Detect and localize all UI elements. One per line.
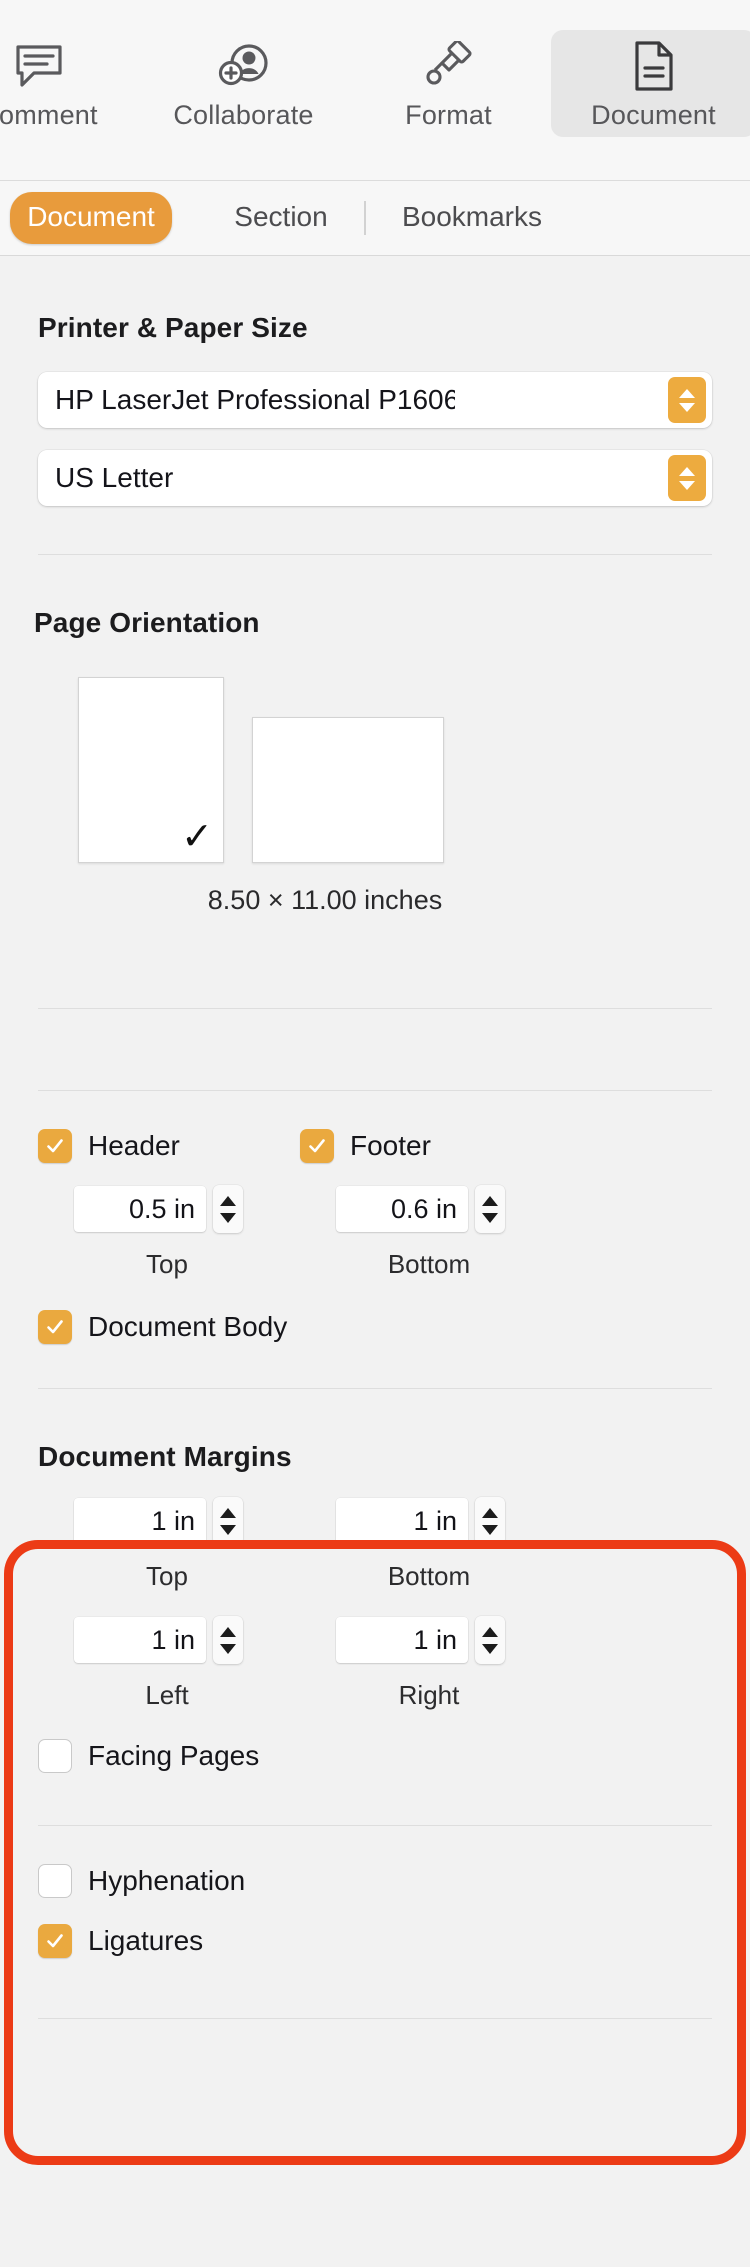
- page-orientation-section: Page Orientation ✓ 8.50 × 11.00 inches: [0, 555, 750, 916]
- margin-left-sublabel: Left: [145, 1680, 189, 1710]
- tab-document[interactable]: Document: [10, 192, 172, 244]
- ligatures-checkbox[interactable]: [38, 1924, 72, 1958]
- facing-pages-checkbox-row[interactable]: Facing Pages: [38, 1739, 712, 1773]
- footer-margin-input[interactable]: 0.6 in: [336, 1186, 468, 1232]
- header-checkbox[interactable]: [38, 1129, 72, 1163]
- comment-icon: [14, 38, 64, 94]
- toolbar-items: Comment Collaborate: [0, 30, 750, 137]
- segmented-control: Document Section Bookmarks: [0, 181, 750, 256]
- toolbar-item-format[interactable]: Format: [346, 30, 551, 137]
- divider: [38, 1008, 712, 1009]
- hyphenation-label: Hyphenation: [88, 1865, 246, 1896]
- header-label: Header: [88, 1130, 180, 1161]
- toolbar-item-label: Document: [591, 100, 716, 130]
- document-body-checkbox-row[interactable]: Document Body: [38, 1310, 712, 1344]
- margin-right-input[interactable]: 1 in: [336, 1617, 468, 1663]
- page-dimensions-label: 8.50 × 11.00 inches: [207, 885, 443, 915]
- margin-right-group: 1 in Right: [300, 1616, 562, 1711]
- hyphenation-checkbox-row[interactable]: Hyphenation: [38, 1864, 712, 1898]
- orientation-portrait-option[interactable]: ✓: [78, 677, 224, 863]
- top-toolbar: Comment Collaborate: [0, 0, 750, 181]
- checkmark-icon: ✓: [181, 816, 213, 858]
- printer-popup-value: HP LaserJet Professional P1606dn 2: [55, 384, 455, 415]
- margin-top-stepper-buttons[interactable]: [213, 1497, 243, 1545]
- orientation-choices: ✓: [0, 677, 750, 863]
- header-margin-input[interactable]: 0.5 in: [74, 1186, 206, 1232]
- margin-bottom-stepper-buttons[interactable]: [475, 1497, 505, 1545]
- printer-paper-title: Printer & Paper Size: [38, 312, 308, 343]
- text-options-section: Hyphenation Ligatures: [0, 1864, 750, 1958]
- footer-margin-stepper-buttons[interactable]: [475, 1185, 505, 1233]
- collaborate-icon: [218, 38, 270, 94]
- document-body-checkbox[interactable]: [38, 1310, 72, 1344]
- facing-pages-checkbox[interactable]: [38, 1739, 72, 1773]
- divider: [38, 2018, 712, 2019]
- toolbar-item-label: Format: [405, 100, 492, 130]
- margin-bottom-input[interactable]: 1 in: [336, 1498, 468, 1544]
- margin-bottom-sublabel: Bottom: [387, 1561, 471, 1591]
- header-margin-stepper[interactable]: 0.5 in: [38, 1185, 300, 1233]
- footer-group: Footer 0.6 in Bottom: [300, 1129, 562, 1280]
- divider: [38, 1090, 712, 1091]
- facing-pages-label: Facing Pages: [88, 1740, 260, 1771]
- document-inspector-panel: Printer & Paper Size HP LaserJet Profess…: [0, 256, 750, 2019]
- margin-bottom-group: 1 in Bottom: [300, 1497, 562, 1592]
- margin-left-stepper[interactable]: 1 in: [38, 1616, 300, 1664]
- header-margin-stepper-buttons[interactable]: [213, 1185, 243, 1233]
- header-footer-section: Header 0.5 in Top Footer 0.6 in Bottom D…: [0, 1129, 750, 1344]
- paper-size-popup[interactable]: US Letter: [38, 450, 712, 506]
- ligatures-checkbox-row[interactable]: Ligatures: [38, 1924, 712, 1958]
- printer-popup[interactable]: HP LaserJet Professional P1606dn 2: [38, 372, 712, 428]
- divider: [38, 1825, 712, 1826]
- footer-margin-stepper[interactable]: 0.6 in: [300, 1185, 562, 1233]
- margin-bottom-stepper[interactable]: 1 in: [300, 1497, 562, 1545]
- printer-paper-section: Printer & Paper Size HP LaserJet Profess…: [0, 256, 750, 506]
- toolbar-item-comment[interactable]: Comment: [0, 30, 141, 137]
- margin-left-input[interactable]: 1 in: [74, 1617, 206, 1663]
- margin-top-stepper[interactable]: 1 in: [38, 1497, 300, 1545]
- paper-size-popup-value: US Letter: [55, 462, 174, 493]
- footer-label: Footer: [350, 1130, 431, 1161]
- hyphenation-checkbox[interactable]: [38, 1864, 72, 1898]
- toolbar-item-label: Comment: [0, 100, 98, 130]
- margin-top-input[interactable]: 1 in: [74, 1498, 206, 1544]
- margin-left-group: 1 in Left: [38, 1616, 300, 1711]
- margin-right-stepper[interactable]: 1 in: [300, 1616, 562, 1664]
- toolbar-item-document[interactable]: Document: [551, 30, 750, 137]
- document-body-label: Document Body: [88, 1311, 288, 1342]
- document-margins-title: Document Margins: [38, 1441, 292, 1472]
- format-brush-icon: [424, 38, 474, 94]
- footer-checkbox[interactable]: [300, 1129, 334, 1163]
- document-icon: [632, 38, 676, 94]
- margin-right-sublabel: Right: [398, 1680, 460, 1710]
- tab-section[interactable]: Section: [198, 192, 364, 244]
- chevron-updown-icon: [668, 455, 706, 501]
- margin-top-group: 1 in Top: [38, 1497, 300, 1592]
- ligatures-label: Ligatures: [88, 1925, 204, 1956]
- header-group: Header 0.5 in Top: [38, 1129, 300, 1280]
- margin-top-sublabel: Top: [146, 1561, 188, 1591]
- footer-sublabel: Bottom: [387, 1249, 471, 1279]
- margin-left-stepper-buttons[interactable]: [213, 1616, 243, 1664]
- document-margins-section: Document Margins 1 in Top 1 in Bottom 1 …: [0, 1389, 750, 1773]
- toolbar-item-collaborate[interactable]: Collaborate: [141, 30, 346, 137]
- margin-right-stepper-buttons[interactable]: [475, 1616, 505, 1664]
- chevron-updown-icon: [668, 377, 706, 423]
- header-sublabel: Top: [146, 1249, 188, 1279]
- page-orientation-title: Page Orientation: [34, 607, 260, 638]
- tab-bookmarks[interactable]: Bookmarks: [366, 192, 578, 244]
- orientation-landscape-option[interactable]: [252, 717, 444, 863]
- toolbar-item-label: Collaborate: [173, 100, 314, 130]
- footer-checkbox-row[interactable]: Footer: [300, 1129, 562, 1163]
- header-checkbox-row[interactable]: Header: [38, 1129, 300, 1163]
